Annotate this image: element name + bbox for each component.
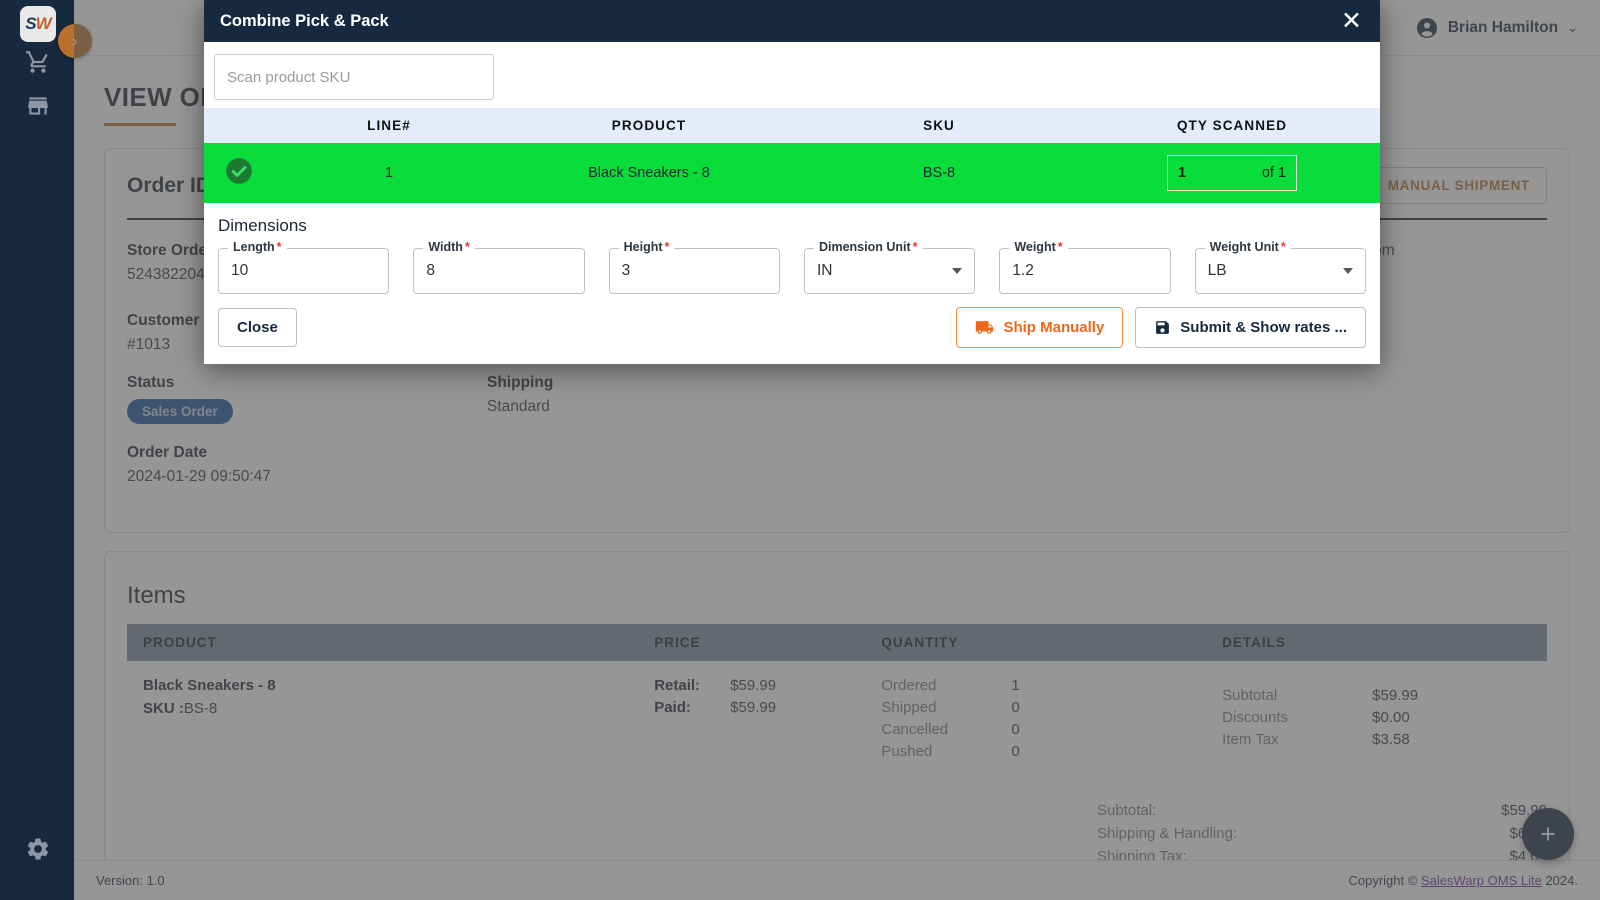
weight-input[interactable]: 1.2 — [999, 248, 1171, 294]
field-weight: Weight * 1.2 — [999, 240, 1171, 294]
chevron-down-icon — [952, 268, 963, 274]
close-button-label: Close — [237, 319, 278, 336]
required-asterisk: * — [1280, 240, 1286, 254]
height-value: 3 — [621, 262, 631, 279]
required-asterisk: * — [276, 240, 282, 254]
field-label: Length * — [228, 240, 287, 254]
weight-value: 1.2 — [1012, 262, 1034, 279]
modal-header: Combine Pick & Pack ✕ — [204, 0, 1380, 42]
logo-letter-s: S — [25, 14, 36, 33]
cart-icon[interactable] — [22, 46, 54, 78]
close-icon[interactable]: ✕ — [1341, 8, 1362, 34]
height-input[interactable]: 3 — [608, 248, 780, 294]
dimensions-title: Dimensions — [218, 216, 307, 235]
store-icon[interactable] — [22, 90, 54, 122]
qty-scanned-value: 1 — [1178, 165, 1187, 181]
dimension-unit-value: IN — [816, 262, 833, 279]
combine-pick-pack-modal: Combine Pick & Pack ✕ LINE# PRODUCT SKU … — [204, 0, 1380, 364]
truck-icon — [976, 321, 994, 334]
gear-icon[interactable] — [22, 833, 54, 865]
scan-row — [204, 42, 1380, 108]
length-value: 10 — [231, 262, 249, 279]
cell-sku: BS-8 — [794, 143, 1084, 203]
col-sku: SKU — [794, 108, 1084, 143]
col-qty-scanned: QTY SCANNED — [1084, 108, 1380, 143]
field-label: Weight Unit * — [1204, 240, 1291, 254]
length-input[interactable]: 10 — [218, 248, 390, 294]
check-circle-icon — [225, 157, 253, 185]
pick-pack-table-header: LINE# PRODUCT SKU QTY SCANNED — [204, 108, 1380, 143]
field-length: Length * 10 — [218, 240, 390, 294]
table-row: 1 Black Sneakers - 8 BS-8 1 of 1 — [204, 143, 1380, 203]
close-button[interactable]: Close — [218, 308, 297, 347]
cell-qty-scanned: 1 of 1 — [1084, 143, 1380, 203]
dimensions-fields: Length * 10 Width * 8 Height * 3 Dimension … — [218, 240, 1366, 294]
modal-body: LINE# PRODUCT SKU QTY SCANNED 1 Black Sn… — [204, 42, 1380, 364]
chevron-down-icon — [1342, 268, 1353, 274]
field-label: Height * — [618, 240, 675, 254]
submit-show-rates-button[interactable]: Submit & Show rates ... — [1135, 307, 1366, 348]
width-value: 8 — [426, 262, 435, 279]
submit-label: Submit & Show rates ... — [1180, 319, 1347, 336]
width-input[interactable]: 8 — [413, 248, 585, 294]
ship-manually-button[interactable]: Ship Manually — [956, 307, 1124, 348]
required-asterisk: * — [1057, 240, 1063, 254]
required-asterisk: * — [664, 240, 670, 254]
sidebar: SW — [0, 0, 74, 900]
col-status — [204, 108, 274, 143]
qty-scanned-input[interactable]: 1 of 1 — [1167, 155, 1297, 191]
cell-product: Black Sneakers - 8 — [504, 143, 794, 203]
field-weight-unit: Weight Unit * LB — [1194, 240, 1366, 294]
qty-total-label: of 1 — [1261, 165, 1286, 181]
dimensions-section: Dimensions Length * 10 Width * 8 Height * 3… — [204, 203, 1380, 294]
required-asterisk: * — [464, 240, 470, 254]
field-height: Height * 3 — [608, 240, 780, 294]
cell-status — [204, 143, 274, 203]
pick-pack-table: LINE# PRODUCT SKU QTY SCANNED 1 Black Sn… — [204, 108, 1380, 203]
scan-sku-input[interactable] — [214, 54, 494, 100]
field-dimension-unit: Dimension Unit * IN — [803, 240, 976, 294]
save-icon — [1156, 321, 1170, 334]
cell-line: 1 — [274, 143, 504, 203]
modal-footer: Close Ship Manually Submit & Show rates … — [204, 294, 1380, 364]
ship-manually-label: Ship Manually — [1003, 319, 1105, 336]
modal-title: Combine Pick & Pack — [220, 11, 389, 30]
field-label: Dimension Unit * — [813, 240, 923, 254]
col-line: LINE# — [274, 108, 504, 143]
weight-unit-value: LB — [1207, 262, 1227, 279]
field-label: Weight * — [1009, 240, 1068, 254]
logo-letter-w: W — [35, 14, 52, 33]
required-asterisk: * — [912, 240, 918, 254]
field-width: Width * 8 — [413, 240, 585, 294]
saleswarp-logo-icon[interactable]: SW — [20, 6, 56, 42]
weight-unit-select[interactable]: LB — [1194, 248, 1366, 294]
col-product: PRODUCT — [504, 108, 794, 143]
dimension-unit-select[interactable]: IN — [803, 248, 976, 294]
field-label: Width * — [423, 240, 475, 254]
